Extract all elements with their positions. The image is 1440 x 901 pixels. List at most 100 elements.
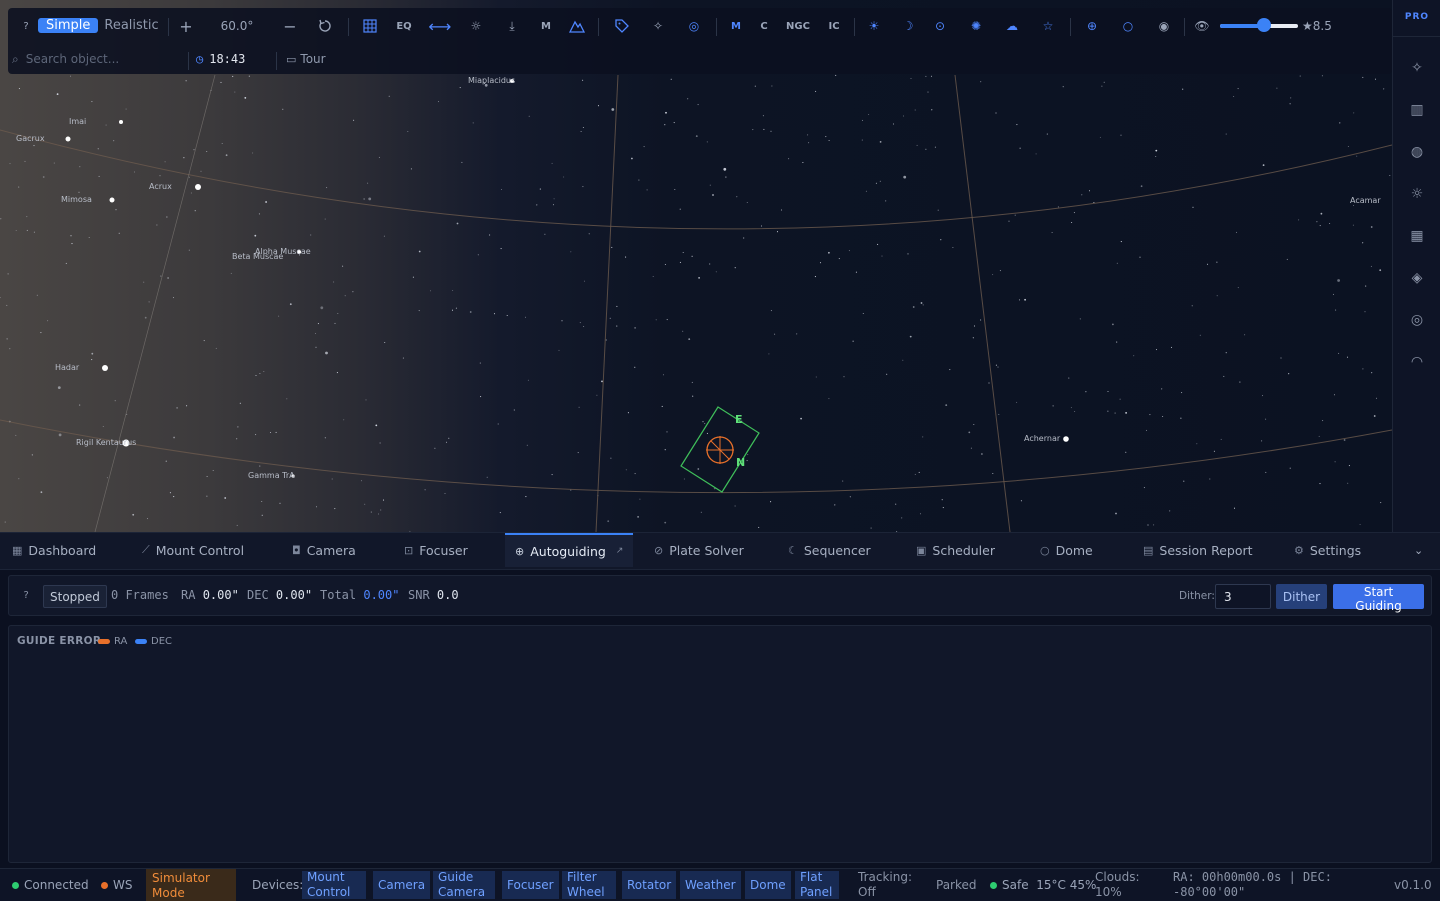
- sun-icon[interactable]: ☀: [862, 14, 886, 38]
- device-weather[interactable]: Weather: [680, 871, 741, 899]
- star-label[interactable]: Achernar: [1024, 434, 1060, 443]
- sky-canvas[interactable]: E N: [0, 0, 1392, 532]
- background-star: [499, 512, 501, 514]
- device-flat-panel[interactable]: Flat Panel: [795, 870, 839, 899]
- download-icon[interactable]: ⤓: [500, 14, 524, 38]
- zoom-out-button[interactable]: −: [278, 14, 302, 38]
- eye-icon[interactable]: 👁: [1190, 14, 1214, 38]
- star-label[interactable]: Gamma TrA: [248, 471, 295, 480]
- background-star: [379, 442, 381, 444]
- tab-camera[interactable]: ◘ Camera: [292, 533, 356, 567]
- ic-catalog-button[interactable]: IC: [822, 14, 846, 38]
- grid-toggle-icon[interactable]: [358, 14, 382, 38]
- dither-amount-input[interactable]: [1215, 584, 1271, 609]
- star-label[interactable]: Miaplacidus: [468, 76, 515, 85]
- planet-icon[interactable]: ⊙: [928, 14, 952, 38]
- device-focuser[interactable]: Focuser: [502, 871, 559, 899]
- tab-session-report[interactable]: ▤ Session Report: [1143, 533, 1253, 567]
- star-label[interactable]: Acamar: [1350, 196, 1381, 205]
- caldwell-catalog-button[interactable]: C: [752, 14, 776, 38]
- m-toggle-button[interactable]: M: [534, 14, 558, 38]
- magnitude-slider[interactable]: [1220, 18, 1298, 32]
- bar-chart-icon[interactable]: ▥: [1405, 98, 1429, 122]
- background-star: [1125, 412, 1127, 414]
- background-star: [665, 111, 667, 114]
- help-button[interactable]: ?: [14, 14, 38, 38]
- background-star: [344, 295, 346, 297]
- star-label[interactable]: Hadar: [55, 363, 79, 372]
- tab-settings[interactable]: ⚙ Settings: [1294, 533, 1361, 567]
- magnitude-slider-knob[interactable]: [1256, 18, 1271, 32]
- star-label[interactable]: Gacrux: [16, 134, 45, 143]
- mode-simple-button[interactable]: Simple: [38, 17, 99, 33]
- tab-autoguiding[interactable]: ⊕ Autoguiding ↗: [505, 533, 634, 567]
- background-star: [1116, 262, 1118, 264]
- tab-focuser[interactable]: ⊡ Focuser: [404, 533, 468, 567]
- tab-plate-solver[interactable]: ⊘ Plate Solver: [654, 533, 744, 567]
- star-label[interactable]: Beta Muscae: [232, 252, 283, 261]
- device-filter-wheel[interactable]: Filter Wheel: [562, 870, 616, 899]
- device-guide-camera[interactable]: Guide Camera: [433, 870, 495, 899]
- ngc-catalog-button[interactable]: NGC: [786, 14, 810, 38]
- orbit-icon[interactable]: ◎: [1405, 308, 1429, 332]
- weather-icon[interactable]: ☼: [1405, 182, 1429, 206]
- table-icon[interactable]: ▦: [1405, 224, 1429, 248]
- tab-dashboard[interactable]: ▦ Dashboard: [12, 533, 96, 567]
- signal-icon[interactable]: ◠: [1405, 350, 1429, 374]
- fov-indicator[interactable]: E N: [680, 406, 760, 493]
- background-star: [609, 317, 611, 319]
- help-button[interactable]: ?: [23, 590, 29, 601]
- tour-button[interactable]: ▭ Tour: [286, 48, 326, 70]
- circle-icon[interactable]: ○: [1116, 14, 1140, 38]
- aperture-icon[interactable]: ✺: [964, 14, 988, 38]
- star-label[interactable]: Mimosa: [61, 195, 92, 204]
- sky-view[interactable]: E N Miaplacidus Imai Gacrux Acrux Mimosa…: [0, 0, 1392, 532]
- tab-mount-control[interactable]: ⟋ Mount Control: [142, 533, 244, 567]
- mountain-icon[interactable]: [565, 14, 589, 38]
- eq-grid-button[interactable]: EQ: [392, 14, 416, 38]
- messier-catalog-button[interactable]: M: [724, 14, 748, 38]
- mode-realistic-button[interactable]: Realistic: [98, 18, 164, 33]
- tab-sequencer[interactable]: ☾ Sequencer: [788, 533, 871, 567]
- zoom-in-button[interactable]: +: [174, 14, 198, 38]
- reset-view-icon[interactable]: [313, 14, 337, 38]
- tab-dome[interactable]: ○ Dome: [1040, 533, 1093, 567]
- moon-icon[interactable]: ☽: [896, 14, 920, 38]
- device-mount-control[interactable]: Mount Control: [302, 870, 366, 899]
- star-label[interactable]: Imai: [69, 117, 86, 126]
- tab-scheduler[interactable]: ▣ Scheduler: [916, 533, 995, 567]
- cloud-icon[interactable]: ☁: [1000, 14, 1024, 38]
- background-star: [920, 302, 923, 304]
- background-star: [236, 438, 238, 440]
- background-star: [1347, 145, 1349, 148]
- globe-icon[interactable]: ◍: [1405, 140, 1429, 164]
- background-star: [1112, 323, 1114, 326]
- search-input[interactable]: [23, 51, 168, 67]
- sparkles-icon[interactable]: ✧: [1405, 56, 1429, 80]
- device-camera[interactable]: Camera: [373, 871, 431, 899]
- search-box[interactable]: ⌕: [12, 48, 182, 70]
- simulator-mode-badge: Simulator Mode: [146, 869, 236, 901]
- target-icon[interactable]: ◉: [1152, 14, 1176, 38]
- tag-icon[interactable]: [610, 14, 634, 38]
- collapse-panel-chevron-down-icon[interactable]: ⌄: [1414, 533, 1423, 567]
- background-star: [922, 436, 924, 438]
- background-star: [992, 472, 994, 475]
- sparkles-icon[interactable]: ✧: [646, 14, 670, 38]
- start-guiding-button[interactable]: Start Guiding: [1333, 584, 1424, 613]
- external-link-icon[interactable]: ↗: [616, 546, 624, 556]
- star-label[interactable]: Acrux: [149, 182, 172, 191]
- crosshair-icon[interactable]: ⊕: [1080, 14, 1104, 38]
- orbit-icon[interactable]: ◎: [682, 14, 706, 38]
- background-star: [1225, 133, 1227, 135]
- star-icon[interactable]: ☆: [1036, 14, 1060, 38]
- horizontal-arrows-icon[interactable]: ⟷: [428, 14, 452, 38]
- device-dome[interactable]: Dome: [745, 871, 791, 899]
- dither-button[interactable]: Dither: [1276, 584, 1327, 609]
- background-star: [558, 349, 560, 351]
- time-display[interactable]: ◷ 18:43: [196, 48, 245, 70]
- device-rotator[interactable]: Rotator: [622, 871, 677, 899]
- brightness-icon[interactable]: ☼: [464, 14, 488, 38]
- star-label[interactable]: Rigil Kentaurus: [76, 438, 136, 447]
- layers-icon[interactable]: ◈: [1405, 266, 1429, 290]
